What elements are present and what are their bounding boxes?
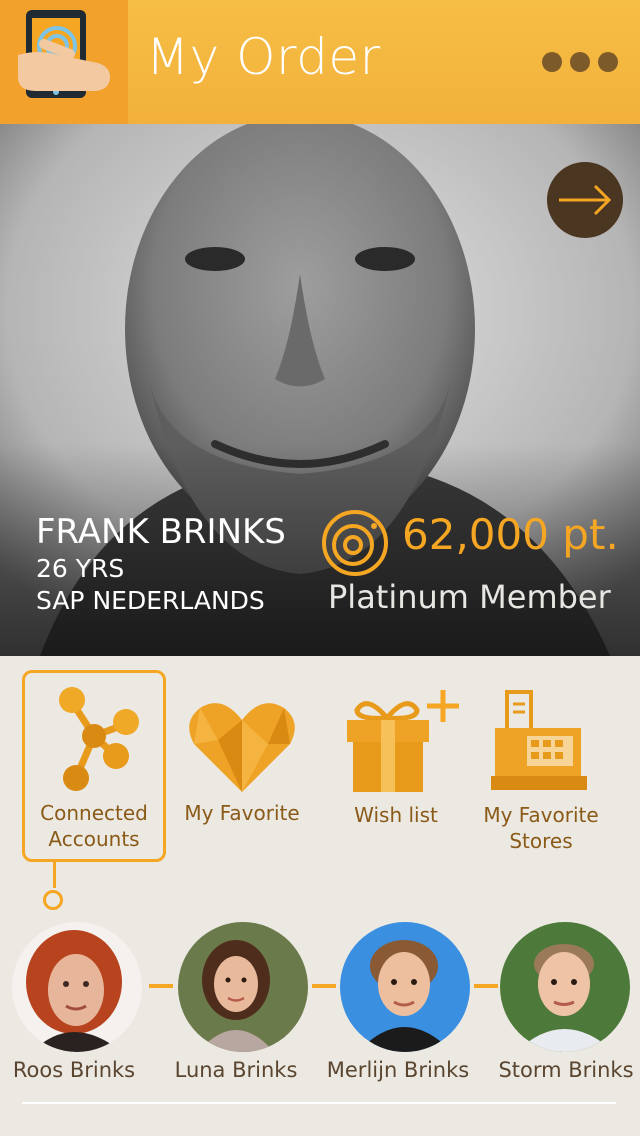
page-title: My Order [146,28,381,86]
connector-line [53,862,56,888]
menu-label: My Favorite [483,803,599,827]
connection-dash [474,984,498,988]
menu-connected-accounts[interactable]: Connected Accounts [22,684,166,852]
connection-dash [312,984,336,988]
menu-label: Stores [509,829,573,853]
avatar-roos-brinks[interactable] [12,922,142,1052]
profile-name: FRANK BRINKS [36,512,286,552]
gift-plus-icon [347,690,459,792]
avatar [500,922,630,1052]
dot-icon [542,52,562,72]
profile-company: SAP NEDERLANDS [36,586,265,615]
menu-my-favorite-stores[interactable]: My Favorite Stores [470,688,612,854]
menu-label: My Favorite [184,801,300,825]
points-coin-icon [322,510,388,576]
avatar [340,922,470,1052]
menu-label: Wish list [354,803,438,827]
points-balance: 62,000 pt. [402,510,619,559]
menu-my-favorite[interactable]: My Favorite [172,700,312,826]
app-header: My Order [0,0,640,124]
avatar [12,922,142,1052]
more-menu-button[interactable] [542,52,618,72]
menu-wish-list[interactable]: Wish list [326,690,466,828]
connector-dot [43,890,63,910]
membership-level: Platinum Member [328,578,611,616]
app-logo[interactable] [0,0,128,124]
cash-register-icon [491,690,587,790]
arrow-right-icon [559,184,612,216]
heart-icon [189,703,295,792]
tablet-touch-icon [18,10,110,98]
person-name: Storm Brinks [498,1058,634,1082]
person-name: Luna Brinks [174,1058,298,1082]
menu-label: Connected [40,801,148,825]
person-name: Roos Brinks [12,1058,136,1082]
dot-icon [570,52,590,72]
avatar [178,922,308,1052]
divider [22,1102,616,1104]
next-arrow-button[interactable] [547,162,623,238]
connection-dash [149,984,173,988]
avatar-storm-brinks[interactable] [500,922,630,1052]
profile-age: 26 YRS [36,554,125,583]
network-share-icon [59,687,139,791]
avatar-merlijn-brinks[interactable] [340,922,470,1052]
menu-label: Accounts [48,827,140,851]
avatar-luna-brinks[interactable] [178,922,308,1052]
dot-icon [598,52,618,72]
person-name: Merlijn Brinks [326,1058,470,1082]
